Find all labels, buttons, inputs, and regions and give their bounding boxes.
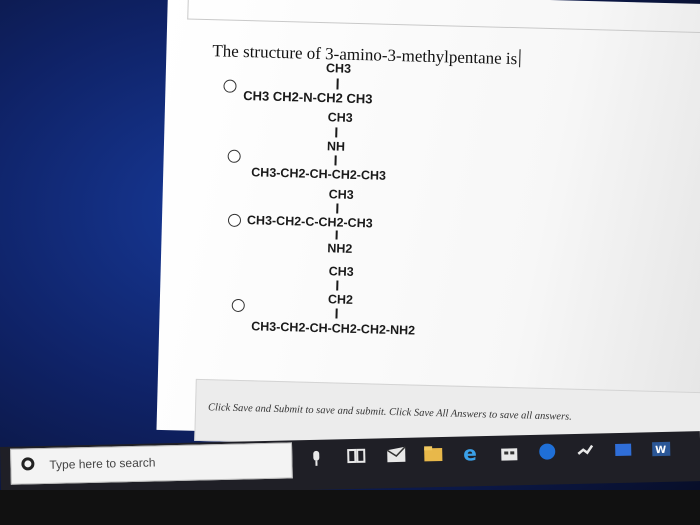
option-3-main-chain: CH3-CH2-C-CH2-CH3 <box>246 213 373 231</box>
bond-line <box>335 230 338 240</box>
taskbar-search-box[interactable]: Type here to search <box>10 442 293 485</box>
option-3-top-group: CH3 <box>328 187 354 202</box>
option-3-radio[interactable] <box>227 213 242 227</box>
option-2-amine-group: NH <box>326 139 346 154</box>
previous-question-box <box>187 0 700 35</box>
search-placeholder: Type here to search <box>49 455 156 472</box>
task-view-icon[interactable] <box>345 445 367 467</box>
bond-line <box>335 308 338 319</box>
bond-line <box>334 155 337 166</box>
word-icon[interactable]: W <box>650 438 672 460</box>
app-icon[interactable] <box>612 439 634 461</box>
option-3-bottom-group: NH2 <box>327 241 353 256</box>
text-cursor <box>519 49 521 68</box>
option-2-main-chain: CH3-CH2-CH-CH2-CH3 <box>251 165 387 183</box>
option-1-top-group: CH3 <box>325 61 352 76</box>
taskbar: Type here to search e W <box>0 431 700 497</box>
cortana-icon[interactable] <box>21 457 35 471</box>
file-explorer-icon[interactable] <box>422 443 444 465</box>
option-1-radio[interactable] <box>223 79 237 93</box>
edge-icon[interactable]: e <box>460 441 482 465</box>
edge-blue-icon[interactable] <box>536 440 558 462</box>
option-4-top-group: CH3 <box>328 264 354 279</box>
mic-icon[interactable] <box>305 448 327 470</box>
bond-line <box>336 280 338 291</box>
option-2-top-group: CH3 <box>327 110 353 125</box>
bond-line <box>336 203 338 214</box>
option-2-radio[interactable] <box>227 149 241 163</box>
question-text: The structure of 3-amino-3-methylpentane… <box>212 41 521 69</box>
desktop-background: The structure of 3-amino-3-methylpentane… <box>0 0 700 525</box>
store-icon[interactable] <box>498 441 520 463</box>
option-4-main-chain: CH3-CH2-CH-CH2-CH2-NH2 <box>251 319 416 338</box>
svg-text:e: e <box>463 442 477 464</box>
bond-line <box>335 127 337 138</box>
option-4-methylene-group: CH2 <box>327 292 354 307</box>
svg-text:W: W <box>655 445 666 456</box>
bond-line <box>336 78 339 90</box>
photos-icon[interactable] <box>574 439 596 461</box>
option-4-radio[interactable] <box>231 298 245 313</box>
browser-page: The structure of 3-amino-3-methylpentane… <box>156 0 700 455</box>
save-instructions-text: Click Save and Submit to save and submit… <box>207 402 572 423</box>
mail-icon[interactable] <box>385 444 407 466</box>
screen-bezel <box>0 490 700 525</box>
option-1-main-chain: CH3 CH2-N-CH2 CH3 <box>243 88 373 107</box>
